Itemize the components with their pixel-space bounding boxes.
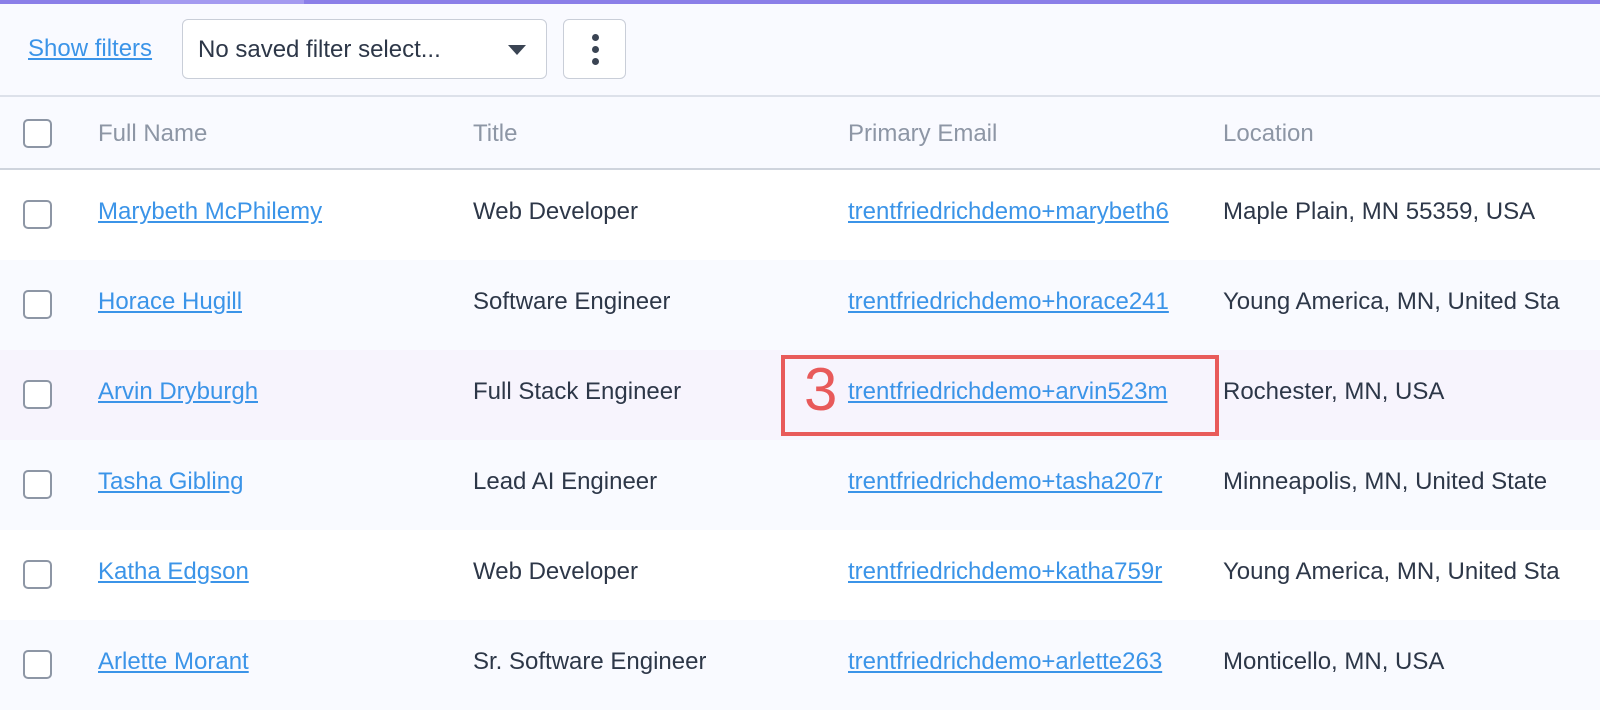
table-row[interactable]: Horace Hugill Software Engineer trentfri… <box>0 260 1600 350</box>
column-header-title[interactable]: Title <box>473 120 517 148</box>
primary-email-link[interactable]: trentfriedrichdemo+horace241 <box>848 288 1199 316</box>
full-name-link[interactable]: Tasha Gibling <box>98 468 243 496</box>
column-header-location[interactable]: Location <box>1223 120 1314 148</box>
show-filters-link[interactable]: Show filters <box>28 35 152 63</box>
title-cell: Software Engineer <box>473 288 671 315</box>
primary-email-link[interactable]: trentfriedrichdemo+tasha207r <box>848 468 1199 496</box>
location-cell: Minneapolis, MN, United State <box>1223 468 1548 495</box>
table-toolbar: Show filters No saved filter select... <box>0 4 1600 97</box>
ellipsis-dot <box>592 58 599 65</box>
primary-email-link[interactable]: trentfriedrichdemo+katha759r <box>848 558 1199 586</box>
full-name-link[interactable]: Arvin Dryburgh <box>98 378 258 406</box>
full-name-link[interactable]: Arlette Morant <box>98 648 249 676</box>
primary-email-link[interactable]: trentfriedrichdemo+arvin523m <box>848 378 1199 406</box>
full-name-link[interactable]: Katha Edgson <box>98 558 249 586</box>
column-header-primary-email[interactable]: Primary Email <box>848 120 997 148</box>
title-cell: Web Developer <box>473 558 638 585</box>
table-row[interactable]: Marybeth McPhilemy Web Developer trentfr… <box>0 170 1600 260</box>
ellipsis-dot <box>592 34 599 41</box>
table-row[interactable]: Tasha Gibling Lead AI Engineer trentfrie… <box>0 440 1600 530</box>
table-row[interactable]: Arvin Dryburgh Full Stack Engineer trent… <box>0 350 1600 440</box>
ellipsis-dot <box>592 46 599 53</box>
title-cell: Web Developer <box>473 198 638 225</box>
more-options-button[interactable] <box>563 19 626 79</box>
chevron-down-icon <box>508 45 526 55</box>
full-name-link[interactable]: Horace Hugill <box>98 288 242 316</box>
table-row[interactable]: Katha Edgson Web Developer trentfriedric… <box>0 530 1600 620</box>
saved-filter-value: No saved filter select... <box>198 36 441 63</box>
location-cell: Rochester, MN, USA <box>1223 378 1445 405</box>
select-all-checkbox[interactable] <box>23 119 52 148</box>
row-checkbox[interactable] <box>23 380 52 409</box>
title-cell: Lead AI Engineer <box>473 468 658 495</box>
location-cell: Maple Plain, MN 55359, USA <box>1223 198 1536 225</box>
location-cell: Young America, MN, United Sta <box>1223 288 1560 315</box>
title-cell: Sr. Software Engineer <box>473 648 707 675</box>
location-cell: Monticello, MN, USA <box>1223 648 1445 675</box>
row-checkbox[interactable] <box>23 290 52 319</box>
title-cell: Full Stack Engineer <box>473 378 682 405</box>
row-checkbox[interactable] <box>23 560 52 589</box>
column-header-full-name[interactable]: Full Name <box>98 120 207 148</box>
primary-email-link[interactable]: trentfriedrichdemo+arlette263 <box>848 648 1199 676</box>
row-checkbox[interactable] <box>23 650 52 679</box>
location-cell: Young America, MN, United Sta <box>1223 558 1560 585</box>
table-header-row: Full Name Title Primary Email Location <box>0 97 1600 170</box>
saved-filter-dropdown[interactable]: No saved filter select... <box>182 19 547 79</box>
row-checkbox[interactable] <box>23 470 52 499</box>
table-row[interactable]: Arlette Morant Sr. Software Engineer tre… <box>0 620 1600 710</box>
row-checkbox[interactable] <box>23 200 52 229</box>
full-name-link[interactable]: Marybeth McPhilemy <box>98 198 322 226</box>
primary-email-link[interactable]: trentfriedrichdemo+marybeth6 <box>848 198 1199 226</box>
